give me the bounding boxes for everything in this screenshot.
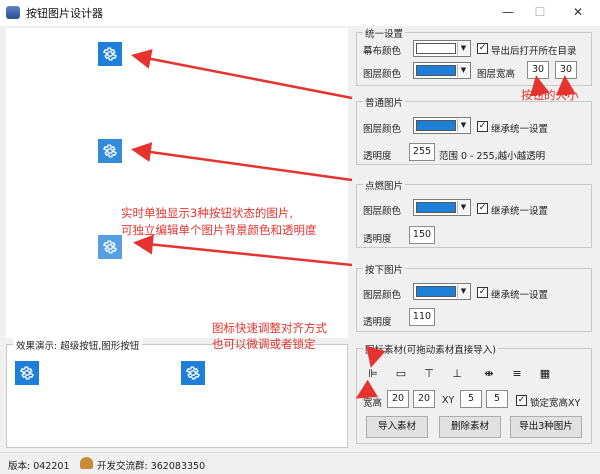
pressed-layer-color-label: 图层颜色 (363, 290, 402, 301)
realtime-annotation-line2: 可独立编辑单个图片背景颜色和透明度 (121, 223, 317, 237)
pressed-layer-color-select[interactable]: ▼ (413, 283, 471, 300)
align-horizontal-center-icon[interactable]: ⇼ (480, 366, 498, 382)
hover-layer-color-select[interactable]: ▼ (413, 199, 471, 216)
chevron-down-icon: ▼ (457, 42, 469, 55)
hover-inherit-label: 继承统一设置 (491, 206, 549, 217)
lock-size-checkbox[interactable]: ✓ (516, 395, 527, 406)
hover-opacity-label: 透明度 (363, 234, 392, 245)
align-annotation-line1: 图标快速调整对齐方式 (212, 321, 327, 335)
chevron-down-icon: ▼ (457, 64, 469, 77)
normal-inherit-label: 继承统一设置 (491, 124, 549, 135)
canvas-color-label: 幕布颜色 (363, 46, 402, 57)
material-size-label: 宽高 (363, 398, 383, 409)
export-images-button[interactable]: 导出3种图片 (510, 416, 582, 438)
chevron-down-icon: ▼ (457, 201, 469, 214)
preview-canvas (6, 28, 348, 338)
demo-graphic-button-gear-icon[interactable] (181, 361, 205, 385)
pressed-layer-color-swatch (416, 286, 456, 297)
layer-size-label: 图层宽高 (477, 69, 516, 80)
opacity-range-hint: 范围 0 - 255,越小越透明 (439, 151, 546, 162)
pressed-opacity-label: 透明度 (363, 317, 392, 328)
maximize-button[interactable]: ☐ (530, 5, 550, 19)
hover-opacity-input[interactable]: 150 (409, 226, 435, 244)
delete-material-button[interactable]: 删除素材 (439, 416, 501, 438)
app-icon (6, 6, 20, 19)
normal-layer-color-select[interactable]: ▼ (413, 117, 471, 134)
status-bar: 版本: 042201 开发交流群: 362083350 (0, 452, 600, 474)
import-material-button[interactable]: 导入素材 (366, 416, 428, 438)
chevron-down-icon: ▼ (457, 119, 469, 132)
hover-preview-gear-icon (98, 139, 122, 163)
pressed-opacity-input[interactable]: 110 (409, 308, 435, 326)
unified-settings-legend: 统一设置 (363, 26, 406, 40)
pressed-preview-gear-icon (98, 235, 122, 259)
layer-width-input[interactable]: 30 (527, 61, 549, 79)
align-vertical-center-icon[interactable]: ≡ (508, 366, 526, 382)
canvas-color-select[interactable]: ▼ (413, 40, 471, 57)
material-height-input[interactable]: 20 (413, 390, 435, 408)
layer-height-input[interactable]: 30 (555, 61, 577, 79)
effect-demo-legend: 效果演示: 超级按钮,图形按钮 (13, 338, 143, 352)
open-dir-label: 导出后打开所在目录 (491, 46, 577, 57)
realtime-annotation-line1: 实时单独显示3种按钮状态的图片, (121, 206, 293, 220)
group-users-icon (80, 457, 93, 469)
normal-layer-color-label: 图层颜色 (363, 124, 402, 135)
hover-layer-color-label: 图层颜色 (363, 206, 402, 217)
unified-layer-color-label: 图层颜色 (363, 69, 402, 80)
icon-material-legend: 图标素材(可拖动素材直接导入) (363, 342, 498, 356)
open-dir-checkbox[interactable]: ✓ (477, 43, 488, 54)
align-right-icon[interactable]: ▭ (392, 366, 410, 382)
window-title: 按钮图片设计器 (26, 7, 103, 20)
material-width-input[interactable]: 20 (387, 390, 409, 408)
normal-layer-color-swatch (416, 120, 456, 131)
pressed-image-legend: 按下图片 (363, 262, 406, 276)
normal-inherit-checkbox[interactable]: ✓ (477, 121, 488, 132)
effect-demo-panel: 效果演示: 超级按钮,图形按钮 (6, 338, 348, 448)
title-bar: 按钮图片设计器 — ☐ ✕ (0, 0, 600, 26)
minimize-button[interactable]: — (498, 5, 518, 19)
chevron-down-icon: ▼ (457, 285, 469, 298)
normal-preview-gear-icon (98, 42, 122, 66)
hover-inherit-checkbox[interactable]: ✓ (477, 203, 488, 214)
align-annotation-line2: 也可以微调或者锁定 (212, 337, 316, 351)
size-annotation: 按钮的大小 (521, 88, 579, 102)
canvas-color-swatch (416, 43, 456, 54)
hover-image-legend: 点燃图片 (363, 178, 406, 192)
align-left-icon[interactable]: ⊫ (364, 366, 382, 382)
material-x-input[interactable]: 5 (460, 390, 482, 408)
dev-group-text: 开发交流群: 362083350 (97, 461, 206, 472)
demo-super-button-gear-icon[interactable] (15, 361, 39, 385)
lock-size-label: 锁定宽高XY (530, 398, 581, 409)
hover-layer-color-swatch (416, 202, 456, 213)
normal-opacity-label: 透明度 (363, 151, 392, 162)
normal-opacity-input[interactable]: 255 (409, 143, 435, 161)
close-button[interactable]: ✕ (568, 5, 588, 19)
unified-layer-color-select[interactable]: ▼ (413, 62, 471, 79)
material-y-input[interactable]: 5 (486, 390, 508, 408)
material-xy-label: XY (442, 395, 455, 406)
pressed-inherit-label: 继承统一设置 (491, 290, 549, 301)
pressed-inherit-checkbox[interactable]: ✓ (477, 287, 488, 298)
align-bottom-icon[interactable]: ⊥ (448, 366, 466, 382)
normal-image-legend: 普通图片 (363, 95, 406, 109)
align-top-icon[interactable]: ⊤ (420, 366, 438, 382)
version-text: 版本: 042201 (8, 461, 70, 472)
unified-layer-color-swatch (416, 65, 456, 76)
align-center-grid-icon[interactable]: ▦ (536, 366, 554, 382)
